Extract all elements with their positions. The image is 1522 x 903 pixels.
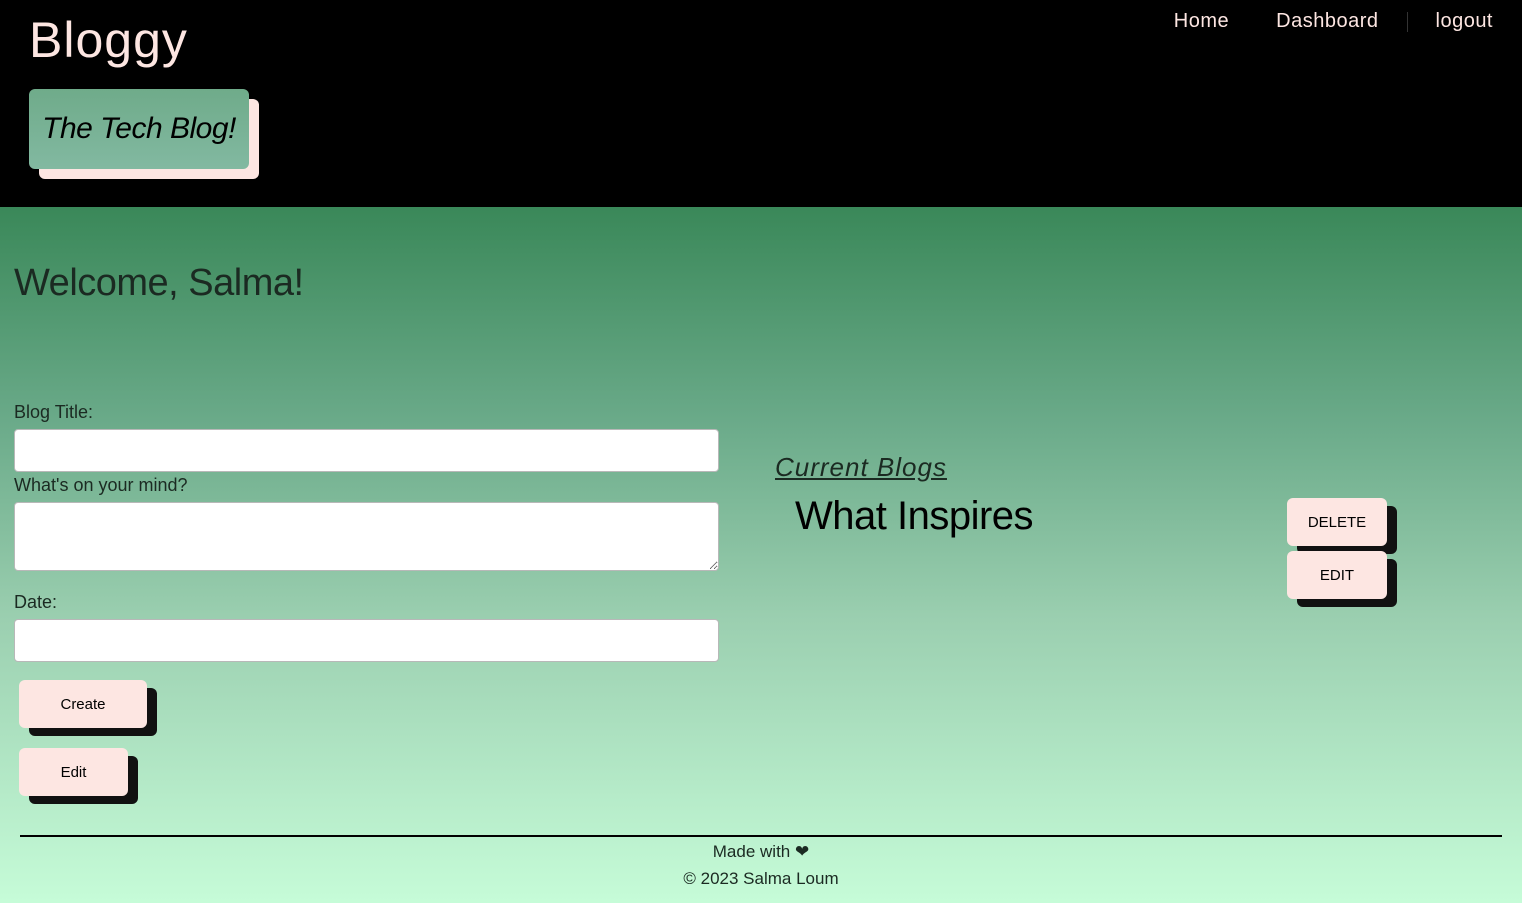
brand-logo[interactable]: Bloggy bbox=[29, 10, 188, 70]
date-input[interactable] bbox=[14, 619, 719, 662]
top-nav: Home Dashboard logout bbox=[1174, 10, 1493, 33]
date-label: Date: bbox=[14, 592, 58, 612]
edit-button[interactable]: Edit bbox=[19, 748, 128, 796]
blog-title-input[interactable] bbox=[14, 429, 719, 472]
blog-body-textarea[interactable] bbox=[14, 502, 719, 571]
blog-title-label: Blog Title: bbox=[14, 402, 94, 422]
delete-blog-button[interactable]: DELETE bbox=[1287, 498, 1387, 546]
footer-made-with: Made with ❤ bbox=[0, 842, 1522, 862]
welcome-heading: Welcome, Salma! bbox=[14, 262, 304, 304]
made-with-text: Made with bbox=[712, 842, 791, 861]
site-header: Bloggy The Tech Blog! Home Dashboard log… bbox=[0, 0, 1522, 207]
tagline-card: The Tech Blog! bbox=[29, 89, 259, 179]
heart-icon: ❤ bbox=[794, 842, 810, 862]
nav-divider bbox=[1406, 11, 1408, 32]
current-blogs-heading: Current Blogs bbox=[775, 452, 947, 482]
create-button[interactable]: Create bbox=[19, 680, 147, 728]
nav-home-link[interactable]: Home bbox=[1174, 10, 1229, 33]
nav-dashboard-link[interactable]: Dashboard bbox=[1276, 10, 1378, 33]
edit-blog-button[interactable]: EDIT bbox=[1287, 551, 1387, 599]
tagline-box: The Tech Blog! bbox=[29, 89, 249, 169]
tagline-text: The Tech Blog! bbox=[42, 112, 236, 145]
blog-item-title: What Inspires bbox=[795, 494, 1034, 538]
footer-divider bbox=[20, 835, 1502, 837]
blog-body-label: What's on your mind? bbox=[14, 475, 188, 495]
footer-copyright: © 2023 Salma Loum bbox=[683, 869, 839, 888]
nav-logout-link[interactable]: logout bbox=[1436, 10, 1494, 33]
